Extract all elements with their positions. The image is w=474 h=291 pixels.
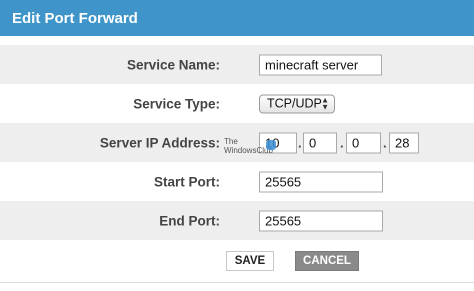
cancel-button[interactable]: CANCEL <box>295 251 359 271</box>
service-name-label: Service Name: <box>126 57 220 72</box>
end-port-input[interactable]: 25565 <box>259 210 383 231</box>
bottom-divider <box>0 282 474 283</box>
end-port-row: End Port: 25565 <box>0 201 474 240</box>
start-port-input[interactable]: 25565 <box>259 171 383 192</box>
select-arrows-icon: ▲ ▼ <box>321 95 329 111</box>
watermark-logo-icon <box>266 140 276 150</box>
ip-separator: . <box>383 135 387 150</box>
service-name-input[interactable]: minecraft server <box>259 54 382 75</box>
start-port-row: Start Port: 25565 <box>0 162 474 201</box>
ip-separator: . <box>298 135 302 150</box>
end-port-label: End Port: <box>159 213 220 228</box>
service-type-select[interactable]: TCP/UDP ▲ ▼ <box>259 94 335 113</box>
service-type-label: Service Type: <box>133 96 220 111</box>
watermark-line-1: The <box>224 137 238 146</box>
service-type-row: Service Type: TCP/UDP ▲ ▼ <box>0 84 474 123</box>
dialog-title: Edit Port Forward <box>0 0 474 36</box>
service-type-value: TCP/UDP <box>267 96 322 110</box>
ip-octet-2-input[interactable]: 0 <box>303 132 337 153</box>
service-name-row: Service Name: minecraft server <box>0 45 474 84</box>
server-ip-label: Server IP Address: <box>99 135 220 150</box>
start-port-label: Start Port: <box>153 174 220 189</box>
save-button[interactable]: SAVE <box>226 251 274 271</box>
ip-octet-3-input[interactable]: 0 <box>346 132 381 153</box>
ip-separator: . <box>340 135 344 150</box>
ip-octet-4-input[interactable]: 28 <box>389 132 419 153</box>
